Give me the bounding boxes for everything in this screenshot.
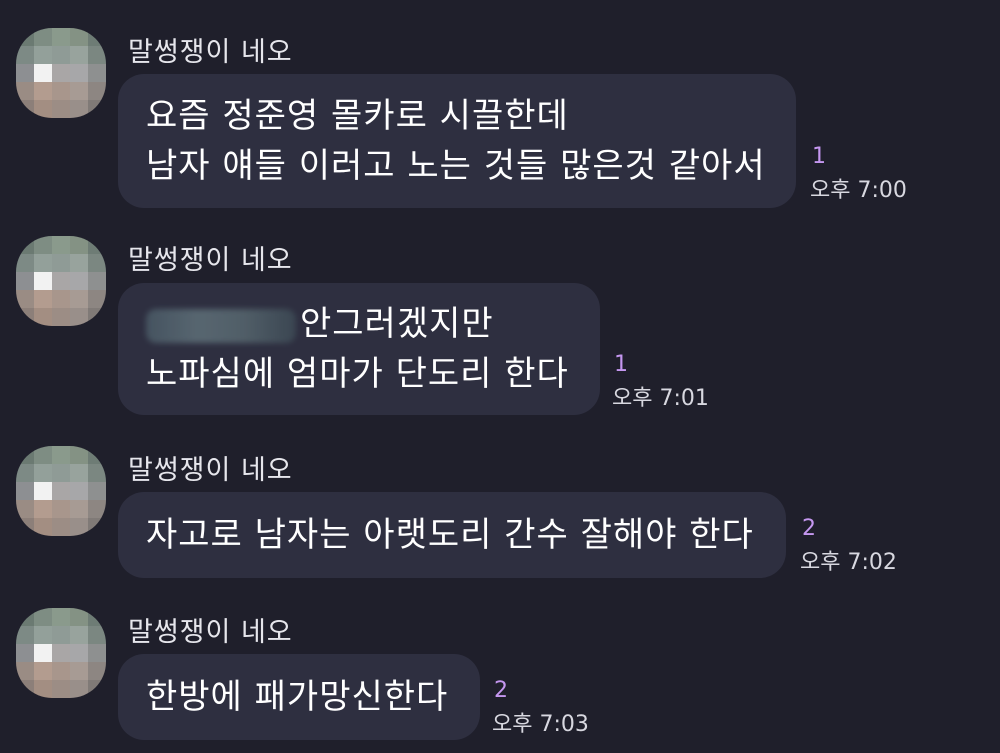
message-meta: 2 오후 7:03 — [492, 678, 589, 740]
avatar[interactable] — [16, 28, 106, 118]
message-meta: 2 오후 7:02 — [800, 516, 897, 578]
message-text: 자고로 남자는 아랫도리 간수 잘해야 한다 — [146, 515, 754, 555]
message-text: 한방에 패가망신한다 — [146, 677, 449, 717]
unread-count: 1 — [614, 352, 628, 377]
message-meta: 1 오후 7:00 — [810, 144, 907, 206]
message-text-line: 안그러겠지만 — [146, 299, 572, 349]
unread-count: 2 — [802, 516, 816, 541]
sender-name: 말썽쟁이 네오 — [128, 455, 293, 486]
message-bubble[interactable]: 요즘 정준영 몰카로 시끌한데 남자 얘들 이러고 노는 것들 많은것 같아서 — [118, 74, 796, 208]
message-text: 남자 얘들 이러고 노는 것들 많은것 같아서 — [146, 146, 766, 186]
avatar[interactable] — [16, 236, 106, 326]
message-text: 노파심에 엄마가 단도리 한다 — [146, 354, 569, 394]
avatar[interactable] — [16, 446, 106, 536]
unread-count: 2 — [494, 678, 508, 703]
avatar[interactable] — [16, 608, 106, 698]
message-bubble[interactable]: 한방에 패가망신한다 — [118, 654, 480, 740]
redacted-name — [146, 308, 296, 343]
unread-count: 1 — [812, 144, 826, 169]
timestamp: 오후 7:03 — [492, 712, 589, 737]
sender-name: 말썽쟁이 네오 — [128, 617, 293, 648]
message-text: 요즘 정준영 몰카로 시끌한데 — [146, 96, 569, 136]
chat-room: 말썽쟁이 네오 요즘 정준영 몰카로 시끌한데 남자 얘들 이러고 노는 것들 … — [0, 0, 1000, 753]
timestamp: 오후 7:00 — [810, 178, 907, 203]
message-text: 안그러겠지만 — [300, 304, 494, 344]
message-bubble[interactable]: 안그러겠지만 노파심에 엄마가 단도리 한다 — [118, 283, 600, 415]
sender-name: 말썽쟁이 네오 — [128, 245, 293, 276]
timestamp: 오후 7:02 — [800, 550, 897, 575]
sender-name: 말썽쟁이 네오 — [128, 37, 293, 68]
timestamp: 오후 7:01 — [612, 386, 709, 411]
message-meta: 1 오후 7:01 — [612, 352, 709, 414]
message-bubble[interactable]: 자고로 남자는 아랫도리 간수 잘해야 한다 — [118, 492, 786, 578]
